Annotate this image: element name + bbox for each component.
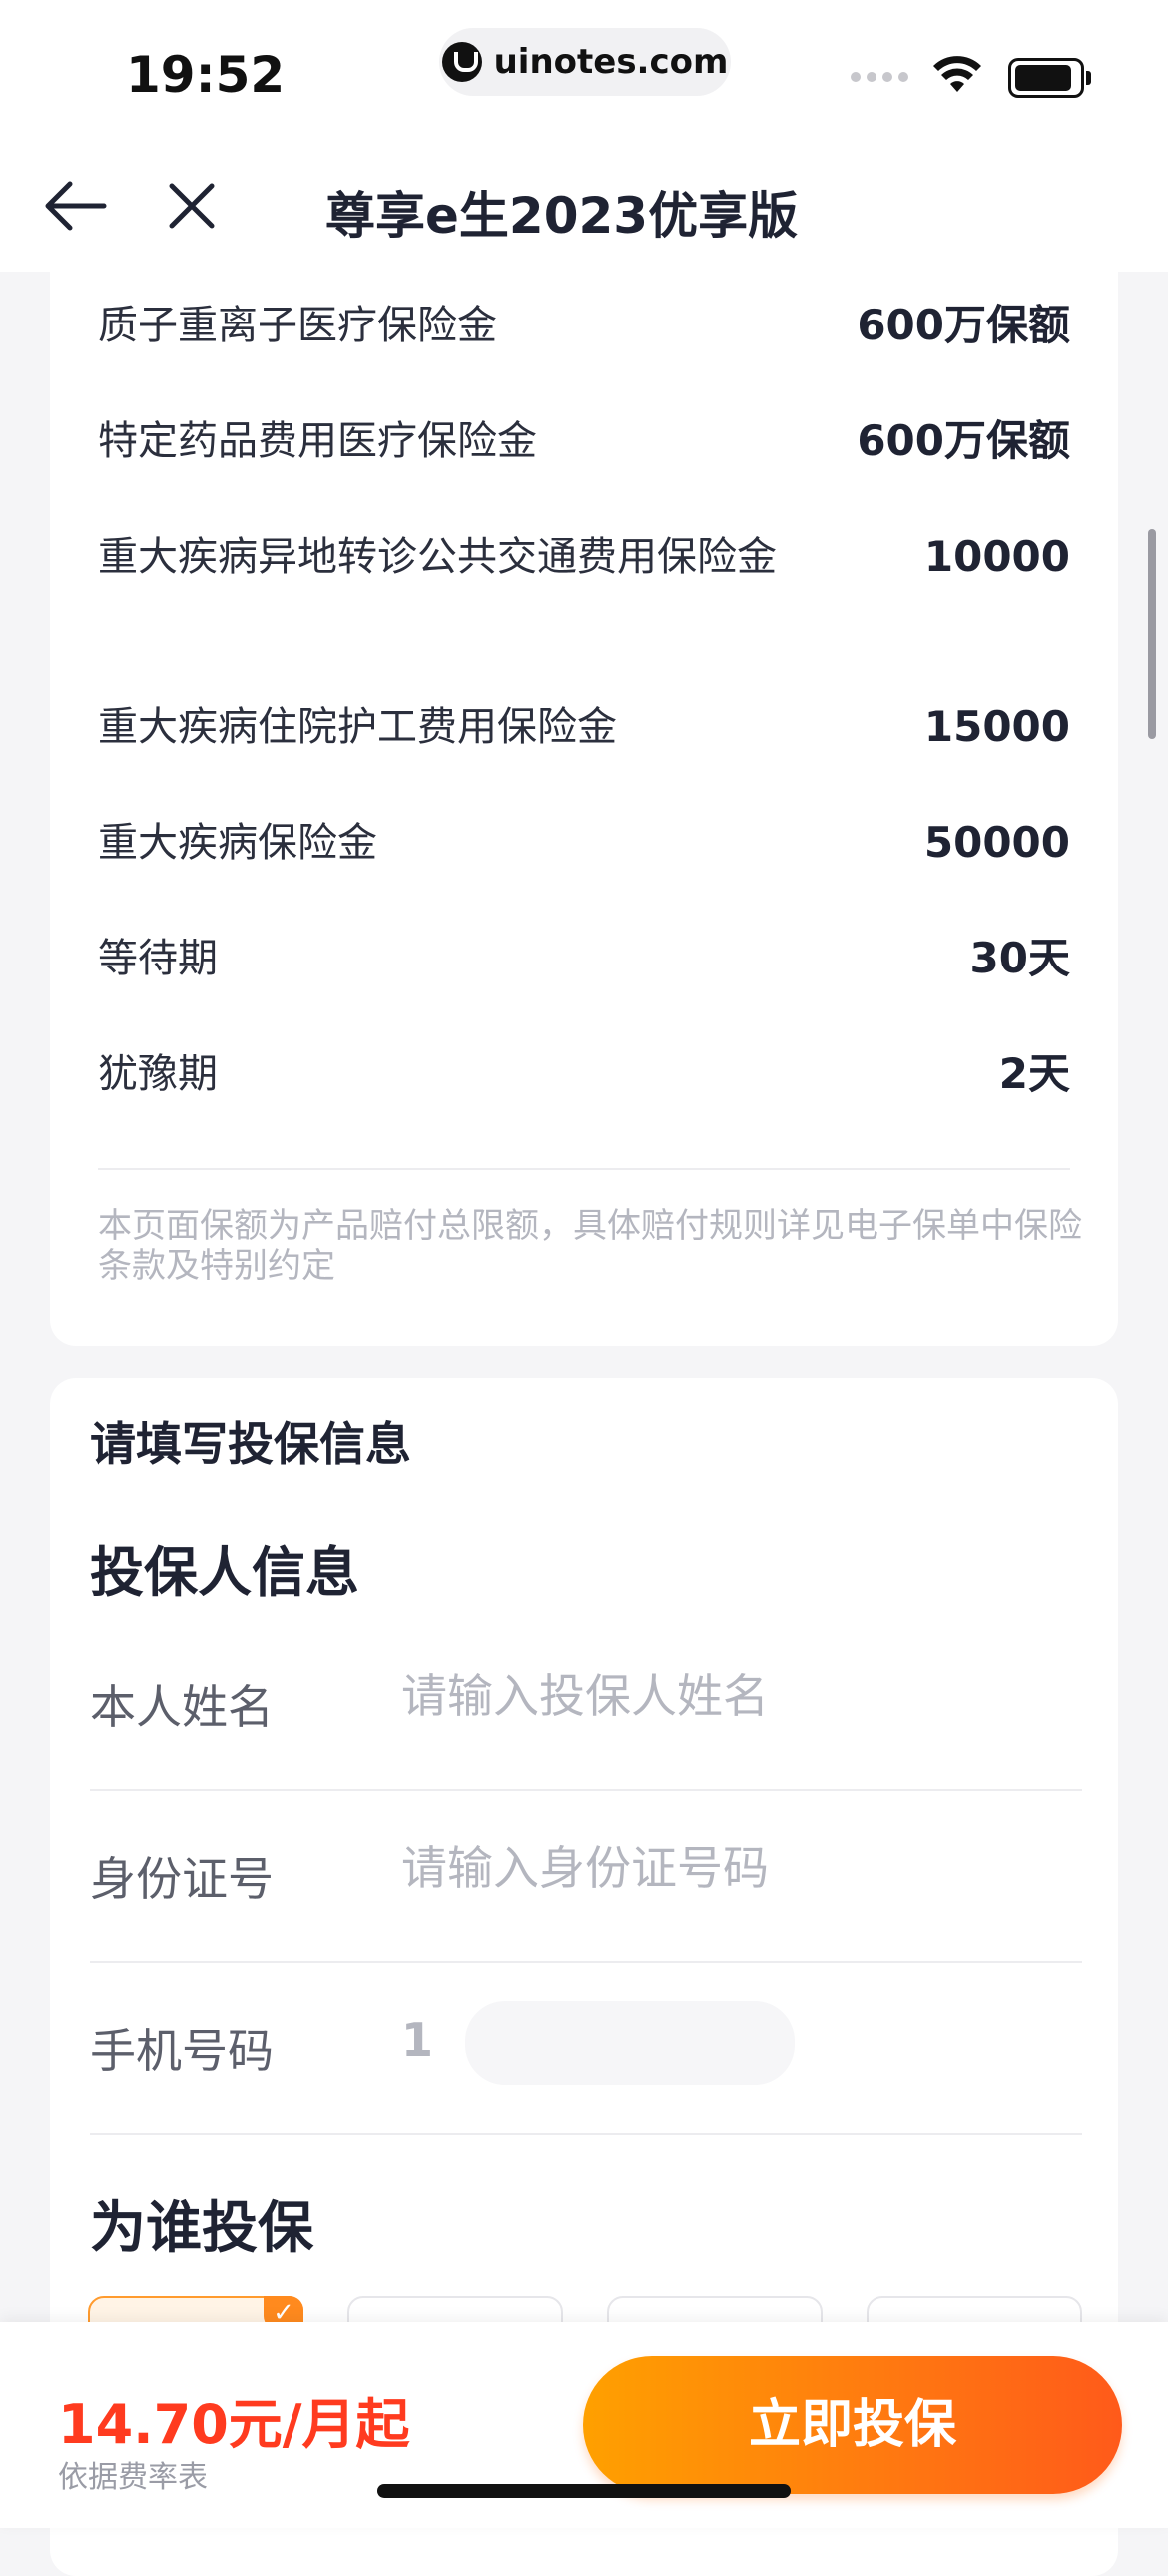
coverage-value: 2天 [998,1049,1070,1098]
coverage-row: 质子重离子医疗保险金 600万保额 [98,300,1070,351]
coverage-value: 10000 [923,532,1070,581]
site-logo-icon [441,42,482,82]
wifi-icon [933,56,981,92]
name-input[interactable] [401,1661,1040,1731]
top-bar: 19:52 uinotes.com 尊享e生2023优享版 [0,0,1168,272]
coverage-value: 50000 [923,818,1070,867]
coverage-row: 重大疾病异地转诊公共交通费用保险金 10000 [98,531,1070,583]
name-label: 本人姓名 [90,1680,274,1734]
url-pill[interactable]: uinotes.com [439,28,731,96]
coverage-row: 特定药品费用医疗保险金 600万保额 [98,415,1070,467]
coverage-label: 特定药品费用医疗保险金 [98,418,537,464]
name-field: 本人姓名 [90,1617,1082,1791]
home-indicator[interactable] [377,2484,791,2498]
phone-value[interactable]: 1 [401,2013,433,2067]
page-title: 尊享e生2023优享版 [325,187,799,245]
close-icon[interactable] [162,176,222,236]
coverage-row: 重大疾病住院护工费用保险金 15000 [98,701,1070,753]
id-label: 身份证号 [90,1852,274,1906]
section-title-applicant: 投保人信息 [90,1541,359,1604]
coverage-note: 本页面保额为产品赔付总限额，具体赔付规则详见电子保单中保险条款及特别约定 [98,1206,1082,1286]
price-note: 依据费率表 [58,2460,208,2495]
price: 14.70元/月起 [58,2393,410,2456]
battery-icon [1008,58,1091,98]
status-time: 19:52 [126,46,286,104]
form-title: 请填写投保信息 [90,1417,411,1471]
coverage-card: 质子重离子医疗保险金 600万保额 特定药品费用医疗保险金 600万保额 重大疾… [50,260,1118,1346]
coverage-label: 重大疾病保险金 [98,820,377,866]
arrow-left-icon[interactable] [40,176,110,236]
coverage-label: 质子重离子医疗保险金 [98,303,497,348]
coverage-value: 15000 [923,702,1070,751]
phone-field[interactable]: 手机号码 1 [90,1961,1082,2135]
redacted-phone [465,2001,795,2085]
divider [98,1168,1070,1170]
cellular-signal-icon [851,72,908,82]
coverage-value: 30天 [969,934,1070,982]
coverage-label: 犹豫期 [98,1051,218,1097]
coverage-value: 600万保额 [857,301,1070,349]
coverage-label: 重大疾病异地转诊公共交通费用保险金 [98,534,777,580]
coverage-row: 犹豫期 2天 [98,1048,1070,1100]
insured-title: 为谁投保 [90,2196,313,2260]
coverage-row: 重大疾病保险金 50000 [98,817,1070,869]
phone-label: 手机号码 [90,2024,274,2078]
coverage-label: 等待期 [98,936,218,981]
id-field: 身份证号 [90,1789,1082,1963]
scrollbar[interactable] [1148,529,1156,739]
coverage-label: 重大疾病住院护工费用保险金 [98,704,617,750]
url-text: uinotes.com [493,42,729,82]
id-number-input[interactable] [401,1833,1040,1903]
buy-now-button[interactable]: 立即投保 [583,2356,1122,2494]
coverage-value: 600万保额 [857,416,1070,465]
coverage-row: 等待期 30天 [98,933,1070,984]
